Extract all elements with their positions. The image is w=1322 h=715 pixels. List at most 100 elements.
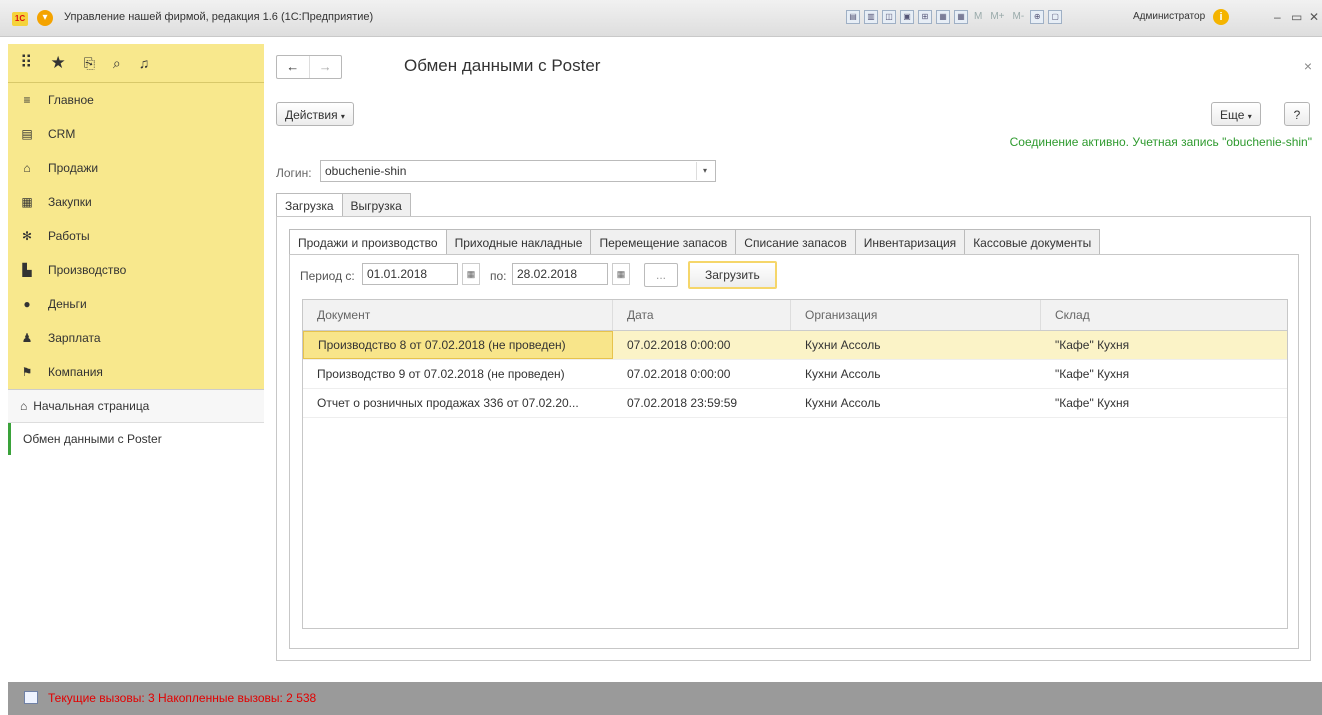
sidebar-item-sales[interactable]: ⌂ Продажи <box>8 151 264 185</box>
sidebar-item-works[interactable]: ✻ Работы <box>8 219 264 253</box>
column-header-document[interactable]: Документ <box>303 300 613 330</box>
login-field[interactable]: obuchenie-shin <box>320 160 716 182</box>
tab-sales-production[interactable]: Продажи и производство <box>289 229 447 255</box>
period-select-button[interactable]: ... <box>644 263 678 287</box>
save-icon[interactable]: ▣ <box>900 10 914 24</box>
calls-icon[interactable] <box>24 691 38 704</box>
flag-icon: ⚑ <box>21 365 33 379</box>
link-icon[interactable]: ⊞ <box>918 10 932 24</box>
sales-production-panel: Период с: 01.01.2018 ▦ по: 28.02.2018 ▦ … <box>289 254 1299 649</box>
documents-table: Документ Дата Организация Склад Производ… <box>302 299 1288 629</box>
tab-inventory[interactable]: Инвентаризация <box>854 229 966 255</box>
main-menu-button[interactable]: ▾ <box>37 10 53 26</box>
chevron-down-icon: ▾ <box>340 112 345 121</box>
all-functions-icon[interactable]: ⠿ <box>20 53 32 73</box>
cell-organization: Кухни Ассоль <box>805 367 881 381</box>
section-menu: ≡ Главное ▤ CRM ⌂ Продажи ▦ Закупки ✻ Работы … <box>8 83 264 389</box>
sidebar-item-label: Работы <box>48 229 90 243</box>
sidebar-item-label: Производство <box>48 263 127 277</box>
tab-upload[interactable]: Выгрузка <box>341 193 411 217</box>
date-from-field[interactable]: 01.01.2018 <box>362 263 458 285</box>
cell-organization: Кухни Ассоль <box>805 338 881 352</box>
actions-button[interactable]: Действия ▾ <box>276 102 354 126</box>
tab-receipts[interactable]: Приходные накладные <box>445 229 592 255</box>
help-button[interactable]: ? <box>1284 102 1310 126</box>
calendar-icon[interactable]: ▦ <box>612 263 630 285</box>
column-header-organization[interactable]: Организация <box>791 300 1041 330</box>
to-label: по: <box>490 269 507 283</box>
cell-warehouse: "Кафе" Кухня <box>1055 338 1130 352</box>
sidebar-item-money[interactable]: ● Деньги <box>8 287 264 321</box>
close-window-icon[interactable]: ✕ <box>1309 10 1319 24</box>
period-label: Период с: <box>300 269 355 283</box>
panels-icon[interactable]: ▢ <box>1048 10 1063 24</box>
more-button[interactable]: Еще ▾ <box>1211 102 1261 126</box>
history-icon[interactable]: ⎘ <box>84 55 95 72</box>
open-window-item[interactable]: Обмен данными с Poster <box>8 423 264 455</box>
window-title: Управление нашей фирмой, редакция 1.6 (1… <box>64 11 374 23</box>
sub-tabs: Продажи и производство Приходные накладн… <box>289 229 1101 255</box>
chevron-down-icon[interactable]: ▾ <box>696 162 713 180</box>
cell-date: 07.02.2018 0:00:00 <box>627 367 731 381</box>
print-preview-icon[interactable]: ▥ <box>864 10 878 24</box>
sidebar-item-crm[interactable]: ▤ CRM <box>8 117 264 151</box>
print-icon[interactable]: ▤ <box>846 10 860 24</box>
close-form-icon[interactable]: × <box>1304 58 1312 74</box>
sidebar-item-label: Деньги <box>48 297 87 311</box>
table-row[interactable]: Отчет о розничных продажах 336 от 07.02.… <box>303 389 1287 418</box>
tab-transfers[interactable]: Перемещение запасов <box>590 229 737 255</box>
login-label: Логин: <box>276 166 312 180</box>
minimize-icon[interactable]: – <box>1274 10 1281 24</box>
tools-icon: ✻ <box>21 229 33 243</box>
sidebar-item-label: Компания <box>48 365 103 379</box>
sidebar-item-main[interactable]: ≡ Главное <box>8 83 264 117</box>
search-icon[interactable]: ⌕ <box>113 55 121 72</box>
date-to-field[interactable]: 28.02.2018 <box>512 263 608 285</box>
tab-download[interactable]: Загрузка <box>276 193 343 217</box>
table-row[interactable]: Производство 8 от 07.02.2018 (не проведе… <box>303 331 1287 360</box>
sidebar-item-label: Главное <box>48 93 94 107</box>
calendar-icon[interactable]: ▦ <box>954 10 968 24</box>
table-row[interactable]: Производство 9 от 07.02.2018 (не проведе… <box>303 360 1287 389</box>
calendar-icon[interactable]: ▦ <box>462 263 480 285</box>
memory-plus-icon[interactable]: M+ <box>990 10 1004 24</box>
memory-m-icon[interactable]: M <box>974 10 982 24</box>
factory-icon: ▙ <box>22 263 32 277</box>
memory-minus-icon[interactable]: M- <box>1013 10 1025 24</box>
calculator-icon[interactable]: ▦ <box>936 10 950 24</box>
home-icon: ⌂ <box>20 399 28 413</box>
sidebar-item-salary[interactable]: ♟ Зарплата <box>8 321 264 355</box>
sidebar-item-purchases[interactable]: ▦ Закупки <box>8 185 264 219</box>
user-name[interactable]: Администратор <box>1133 11 1205 22</box>
cell-date: 07.02.2018 0:00:00 <box>627 338 731 352</box>
restore-icon[interactable]: ▭ <box>1291 10 1302 24</box>
zoom-icon[interactable]: ⊕ <box>1030 10 1045 24</box>
info-icon[interactable]: i <box>1213 9 1229 25</box>
sidebar-item-production[interactable]: ▙ Производство <box>8 253 264 287</box>
cell-document: Производство 8 от 07.02.2018 (не проведе… <box>303 331 613 359</box>
sidebar-item-company[interactable]: ⚑ Компания <box>8 355 264 389</box>
connection-status: Соединение активно. Учетная запись "obuc… <box>1009 135 1312 149</box>
form-area: ← → Обмен данными с Poster × Действия ▾ … <box>264 44 1322 674</box>
column-header-warehouse[interactable]: Склад <box>1041 300 1287 330</box>
copy-icon[interactable]: ◫ <box>882 10 896 24</box>
sidebar-item-label: Закупки <box>48 195 92 209</box>
load-button[interactable]: Загрузить <box>688 261 777 289</box>
bell-icon[interactable]: ♫ <box>139 55 150 71</box>
cell-date: 07.02.2018 23:59:59 <box>627 396 738 410</box>
crm-icon: ▤ <box>21 127 33 141</box>
actions-label: Действия <box>285 108 338 122</box>
tab-writeoffs[interactable]: Списание запасов <box>735 229 856 255</box>
forward-arrow-icon[interactable]: → <box>308 56 342 78</box>
menu-lines-icon: ≡ <box>23 93 31 107</box>
purchase-icon: ▦ <box>21 195 33 209</box>
favorites-icon[interactable]: ★ <box>50 53 65 73</box>
page-title: Обмен данными с Poster <box>404 56 601 75</box>
column-header-date[interactable]: Дата <box>613 300 791 330</box>
status-bar: Текущие вызовы: 3 Накопленные вызовы: 2 … <box>8 682 1322 715</box>
home-page-link[interactable]: ⌂ Начальная страница <box>8 389 264 423</box>
back-arrow-icon[interactable]: ← <box>277 56 309 78</box>
sidebar-item-label: Продажи <box>48 161 99 175</box>
tab-cash-docs[interactable]: Кассовые документы <box>964 229 1101 255</box>
cell-document: Отчет о розничных продажах 336 от 07.02.… <box>317 396 579 410</box>
